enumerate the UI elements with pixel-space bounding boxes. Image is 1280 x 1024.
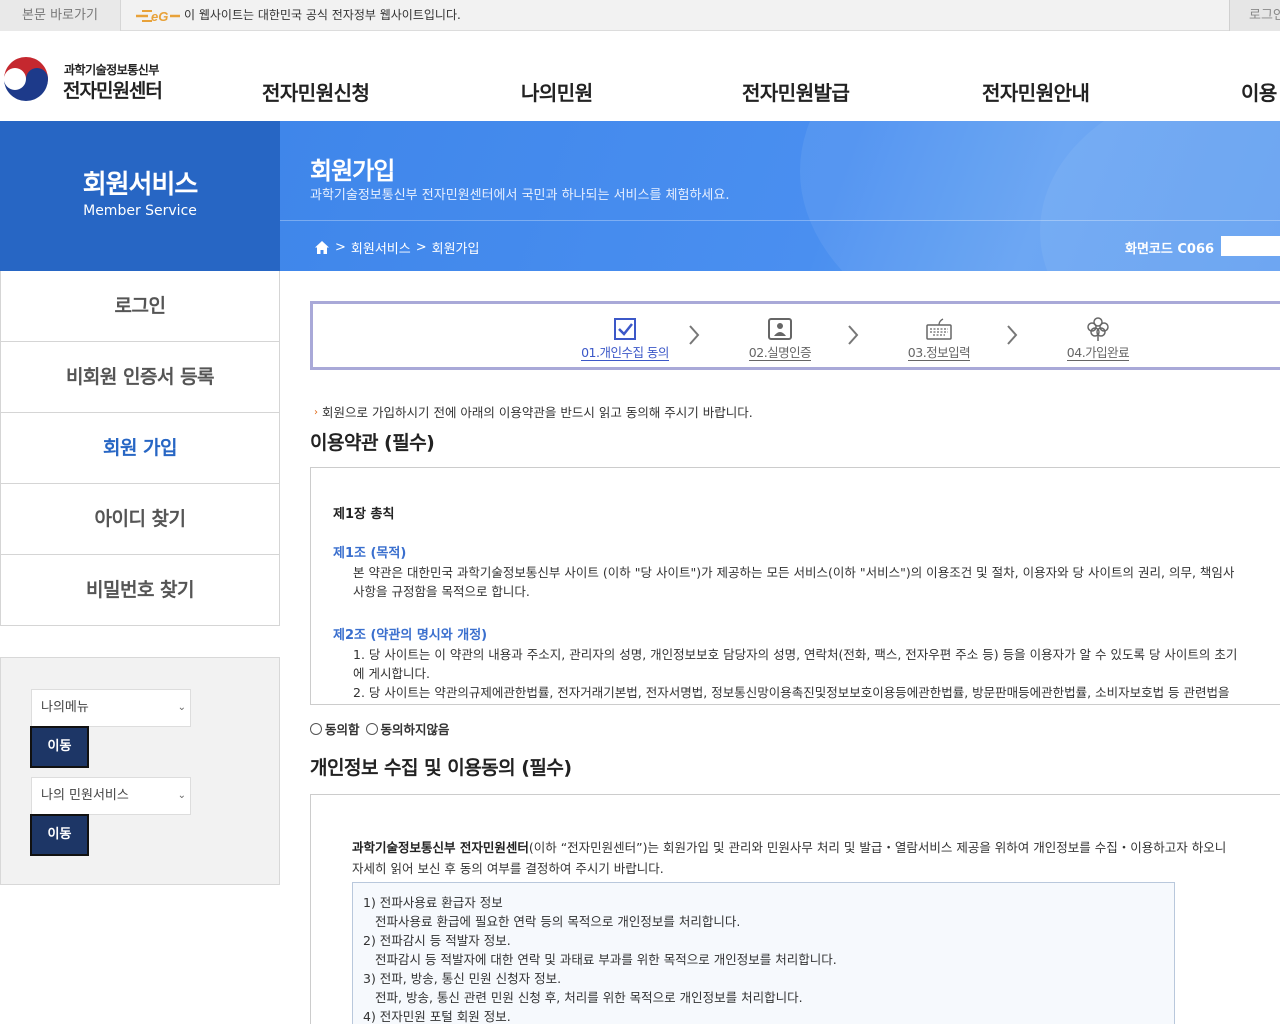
- site-logo[interactable]: 과학기술정보통신부 전자민원센터: [2, 57, 202, 109]
- privacy-intro: 과학기술정보통신부 전자민원센터(이하 “전자민원센터”)는 회원가입 및 관리…: [352, 840, 1227, 876]
- agree-radio[interactable]: [310, 722, 322, 735]
- site-header: 과학기술정보통신부 전자민원센터 전자민원신청 나의민원 전자민원발급 전자민원…: [0, 31, 1280, 121]
- list-item: 전파사용료 환급에 필요한 연락 등의 목적으로 개인정보를 처리합니다.: [375, 914, 741, 929]
- list-item: 1) 전파사용료 환급자 정보: [363, 895, 503, 910]
- gnb-item-my-petition[interactable]: 나의민원: [521, 77, 593, 106]
- terms-heading: 이용약관 (필수): [310, 432, 435, 454]
- article-text: 2. 당 사이트는 약관의규제에관한법률, 전자거래기본법, 전자서명법, 정보…: [353, 685, 1230, 700]
- list-item: 2) 전파감시 등 적발자 정보.: [363, 933, 511, 948]
- egov-logo-icon: eG: [136, 9, 180, 24]
- page-description: 과학기술정보통신부 전자민원센터에서 국민과 하나되는 서비스를 체험하세요.: [310, 188, 730, 203]
- article-text: 사항을 규정함을 목적으로 합니다.: [353, 584, 530, 599]
- quick-menu-panel: 나의메뉴 ⌄ 이동 나의 민원서비스 ⌄ 이동: [0, 657, 280, 885]
- my-service-go-button[interactable]: 이동: [30, 814, 89, 856]
- brand-center-name: 전자민원센터: [63, 80, 163, 102]
- privacy-heading: 개인정보 수집 및 이용동의 (필수): [310, 757, 572, 779]
- breadcrumb-current: 회원가입: [431, 242, 480, 257]
- gnb-item-usage[interactable]: 이용: [1241, 77, 1277, 106]
- side-menu: 로그인 비회원 인증서 등록 회원 가입 아이디 찾기 비밀번호 찾기: [0, 271, 280, 626]
- list-item: 3) 전파, 방송, 통신 민원 신청자 정보.: [363, 971, 562, 986]
- gov-notice-text: 이 웹사이트는 대한민국 공식 전자정부 웹사이트입니다.: [184, 8, 461, 22]
- svg-text:eG: eG: [151, 9, 168, 24]
- article-text: 에 게시합니다.: [353, 666, 430, 681]
- checkbox-icon: [614, 318, 636, 340]
- breadcrumb-member-service[interactable]: 회원서비스: [351, 238, 411, 257]
- step-complete: 04.가입완료: [1043, 316, 1153, 361]
- step-identity: 02.실명인증: [725, 316, 835, 361]
- disagree-radio[interactable]: [365, 722, 378, 735]
- side-item-cert-register[interactable]: 비회원 인증서 등록: [0, 342, 280, 413]
- chevron-right-icon: [848, 325, 859, 345]
- privacy-box[interactable]: 과학기술정보통신부 전자민원센터(이하 “전자민원센터”)는 회원가입 및 관리…: [310, 794, 1280, 1024]
- agree-label[interactable]: 동의함: [325, 719, 360, 738]
- step-info-input: 03.정보입력: [884, 316, 994, 361]
- side-item-join[interactable]: 회원 가입: [0, 413, 280, 484]
- list-item: 전파, 방송, 통신 관련 민원 신청 후, 처리를 위한 목적으로 개인정보를…: [375, 990, 803, 1005]
- skip-to-content-link[interactable]: 본문 바로가기: [0, 0, 121, 31]
- terms-chapter: 제1장 총칙: [333, 507, 395, 522]
- side-item-find-id[interactable]: 아이디 찾기: [0, 484, 280, 555]
- sub-visual-banner: 회원가입 과학기술정보통신부 전자민원센터에서 국민과 하나되는 서비스를 체험…: [280, 121, 1280, 271]
- article-text: 1. 당 사이트는 이 약관의 내용과 주소지, 관리자의 성명, 개인정보보호…: [353, 647, 1238, 662]
- my-menu-select[interactable]: 나의메뉴 ⌄: [31, 689, 191, 727]
- breadcrumb: > 회원서비스 > 회원가입: [314, 238, 479, 257]
- bullet-icon: ›: [314, 407, 318, 418]
- side-item-login[interactable]: 로그인: [0, 271, 280, 342]
- terms-box[interactable]: 제1장 총칙 제1조 (목적) 본 약관은 대한민국 과학기술정보통신부 사이트…: [310, 467, 1280, 705]
- chevron-down-icon: ⌄: [177, 790, 186, 801]
- my-menu-go-button[interactable]: 이동: [30, 726, 89, 768]
- id-card-icon: [768, 318, 792, 340]
- login-link[interactable]: 로그인: [1229, 0, 1280, 31]
- page-title: 회원가입: [310, 157, 395, 185]
- step-consent: 01.개인수집 동의: [570, 316, 680, 361]
- gnb-item-apply[interactable]: 전자민원신청: [262, 77, 370, 106]
- flower-icon: [1087, 317, 1109, 341]
- lnb-header: 회원서비스 Member Service: [0, 121, 280, 271]
- chevron-right-icon: [689, 325, 700, 345]
- lnb-subtitle: Member Service: [83, 203, 197, 219]
- join-notice: › 회원으로 가입하시기 전에 아래의 이용약관을 반드시 읽고 동의해 주시기 …: [314, 405, 753, 420]
- list-item: 전파감시 등 적발자에 대한 연락 및 과태료 부과를 위한 목적으로 개인정보…: [375, 952, 837, 967]
- disagree-label[interactable]: 동의하지않음: [381, 719, 450, 738]
- list-item: 4) 전자민원 포털 회원 정보.: [363, 1009, 511, 1024]
- screen-code: 화면코드 C066: [1125, 242, 1215, 257]
- chevron-right-icon: [1007, 325, 1018, 345]
- taegeuk-emblem-icon: [3, 57, 49, 104]
- lnb-title: 회원서비스: [82, 170, 199, 200]
- privacy-purpose-list[interactable]: 1) 전파사용료 환급자 정보 전파사용료 환급에 필요한 연락 등의 목적으로…: [352, 882, 1175, 1024]
- gnb-item-guide[interactable]: 전자민원안내: [982, 77, 1090, 106]
- terms-agree-group: 동의함 동의하지않음: [310, 719, 450, 738]
- gnb-item-issue[interactable]: 전자민원발급: [742, 77, 850, 106]
- join-steps: 01.개인수집 동의 02.실명인증 03.정보입력 04.가입완료: [310, 301, 1280, 370]
- article-title: 제2조 (약관의 명시와 개정): [333, 628, 488, 643]
- article-text: 본 약관은 대한민국 과학기술정보통신부 사이트 (이하 "당 사이트")가 제…: [353, 565, 1235, 580]
- gov-banner: 본문 바로가기 eG 이 웹사이트는 대한민국 공식 전자정부 웹사이트입니다.…: [0, 0, 1280, 31]
- screen-code-box: [1221, 236, 1280, 256]
- my-service-select[interactable]: 나의 민원서비스 ⌄: [31, 777, 191, 815]
- side-item-find-password[interactable]: 비밀번호 찾기: [0, 555, 280, 626]
- keyboard-icon: [926, 318, 952, 340]
- article-title: 제1조 (목적): [333, 546, 407, 561]
- chevron-down-icon: ⌄: [177, 702, 186, 713]
- home-icon[interactable]: [314, 240, 330, 255]
